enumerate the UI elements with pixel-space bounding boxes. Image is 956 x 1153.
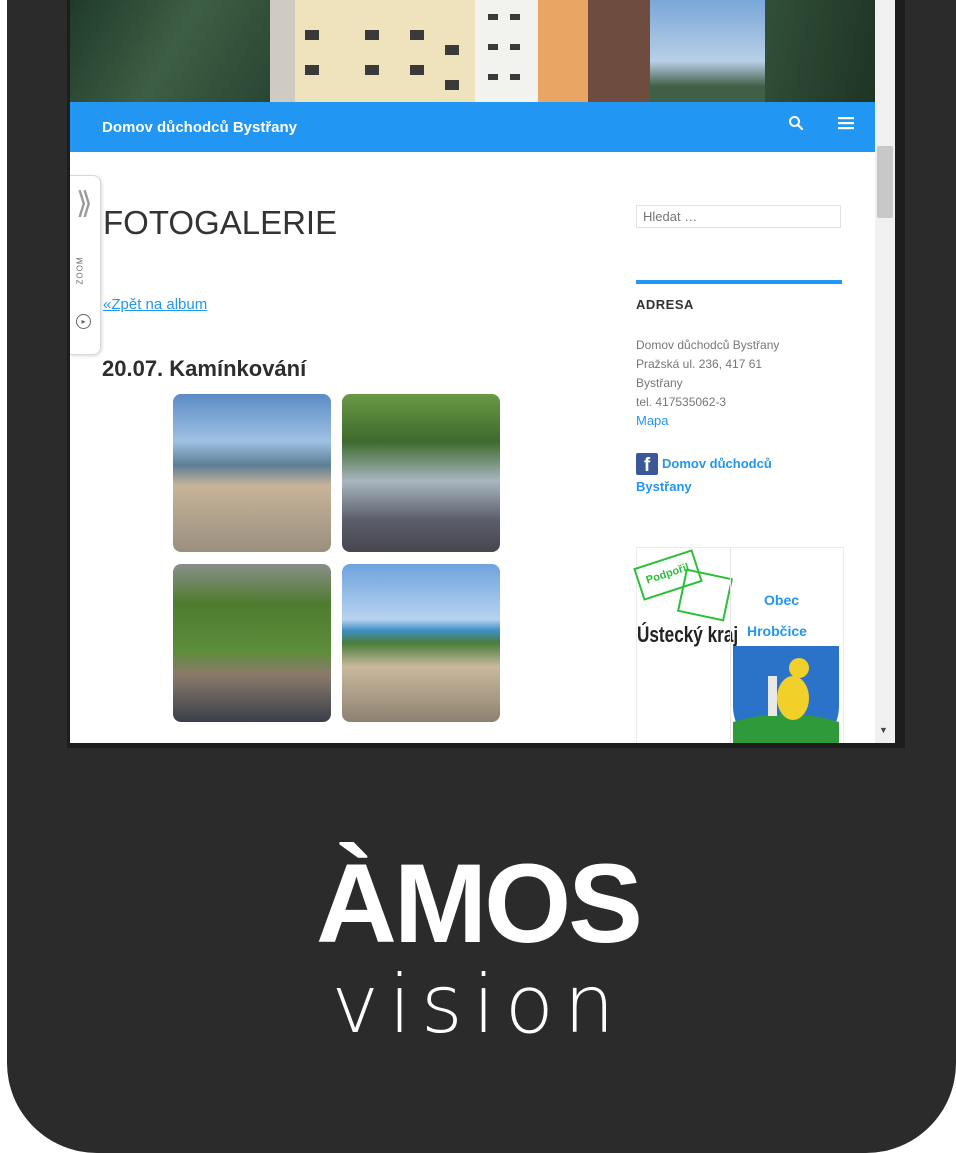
hamburger-menu-icon[interactable]	[837, 114, 855, 137]
facebook-link[interactable]: Domov důchodců	[662, 456, 772, 471]
region-name: Ústecký kraj	[637, 622, 739, 647]
zoom-toggle-icon[interactable]: ▸	[76, 314, 91, 329]
address-phone: tel. 417535062-3	[636, 395, 727, 409]
obec-name: Hrobčice	[747, 623, 807, 639]
zoom-label: ZOOM	[75, 256, 85, 285]
stamp-logo-icon	[676, 568, 734, 622]
brand-logo: ÀMOS	[316, 841, 643, 966]
album-title: 20.07. Kamínkování	[102, 356, 307, 381]
brand-tagline: vision	[331, 958, 625, 1051]
search-icon[interactable]	[788, 115, 804, 136]
scrollbar-thumb[interactable]	[877, 146, 893, 218]
zoom-widget[interactable]: ⟫ ZOOM ▸	[70, 175, 101, 355]
address-line-2: Pražská ul. 236, 417 61	[636, 357, 763, 371]
site-title-link[interactable]: Domov důchodců Bystřany	[102, 119, 297, 136]
vertical-scrollbar[interactable]: ▼	[875, 0, 895, 743]
facebook-link-continued[interactable]: Bystřany	[636, 479, 692, 494]
coat-of-arms-icon	[733, 646, 839, 743]
site-navbar: Domov důchodců Bystřany	[70, 102, 875, 152]
gallery-photo-1[interactable]	[173, 394, 331, 552]
sidebar-divider	[636, 280, 842, 284]
address-line-3: Bystřany	[636, 376, 683, 390]
sponsor-banner[interactable]: Podpořil Ústecký kraj Obec Hrobčice	[633, 547, 844, 743]
scroll-down-arrow-icon[interactable]: ▼	[879, 725, 888, 735]
back-to-album-link[interactable]: «Zpět na album	[103, 296, 207, 313]
browser-screen: Domov důchodců Bystřany ⟫ ZOOM ▸ FOTOGAL…	[70, 0, 895, 743]
chevron-right-icon: ⟫	[76, 187, 93, 220]
page-title: FOTOGALERIE	[103, 204, 338, 241]
address-heading: ADRESA	[636, 297, 694, 312]
gallery-photo-3[interactable]	[173, 564, 331, 722]
facebook-icon[interactable]: f	[636, 453, 658, 476]
obec-label: Obec	[764, 592, 800, 608]
map-link[interactable]: Mapa	[636, 413, 669, 428]
gallery-photo-2[interactable]	[342, 394, 500, 552]
gallery-photo-4[interactable]	[342, 564, 500, 722]
sidebar-search-input[interactable]	[636, 205, 841, 228]
address-line-1: Domov důchodců Bystřany	[636, 338, 780, 352]
header-image	[70, 0, 875, 102]
